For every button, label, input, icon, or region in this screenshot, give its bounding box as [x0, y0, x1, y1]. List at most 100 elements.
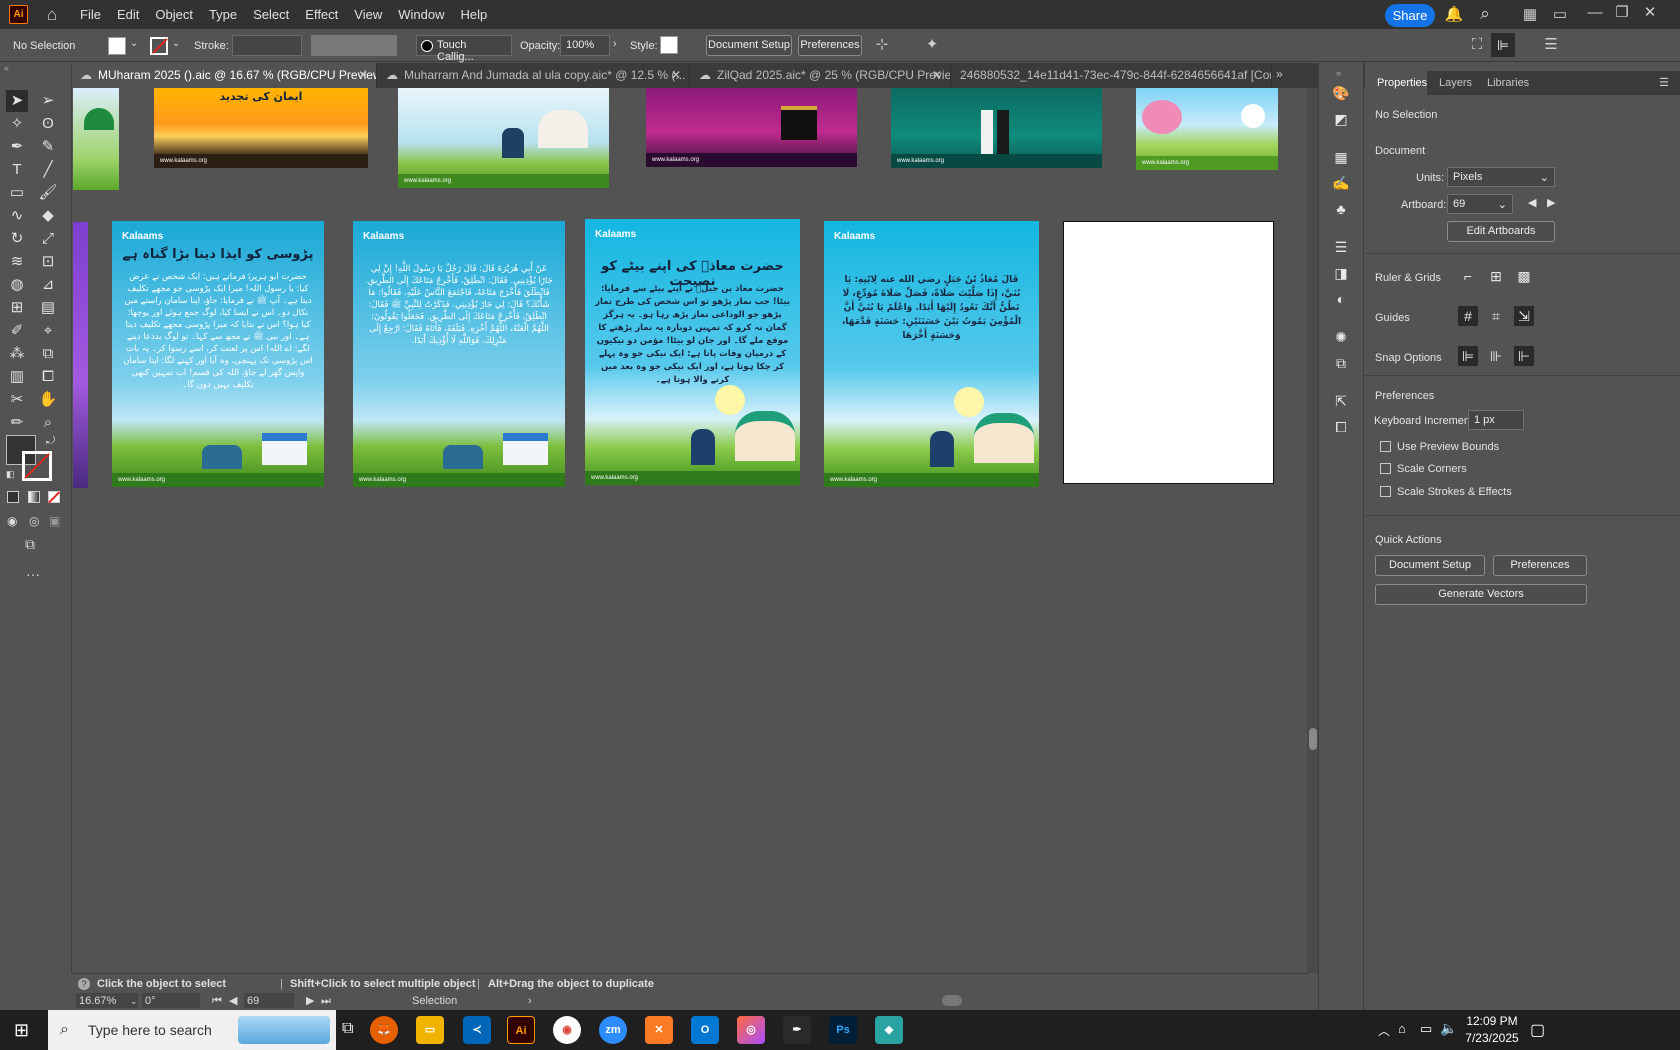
prev-artboard-icon[interactable]: ◀ [1528, 196, 1536, 209]
collapse-icon[interactable]: « [4, 63, 9, 73]
canvas[interactable]: ایمان کی تجدید www.kalaams.org www.kalaa… [73, 88, 1307, 973]
mesh-tool-icon[interactable]: ⊞ [6, 297, 28, 319]
clock-time[interactable]: 12:09 PM [1466, 1014, 1518, 1028]
preferences-button[interactable]: Preferences [798, 35, 862, 56]
keyboard-increment-input[interactable]: 1 px [1468, 410, 1524, 430]
menu-edit[interactable]: Edit [109, 0, 147, 29]
slice-tool-icon[interactable]: ✂ [6, 389, 28, 411]
prev-artboard-icon[interactable]: ◀ [229, 993, 237, 1010]
illustrator-icon[interactable]: Ai [507, 1016, 535, 1044]
menu-view[interactable]: View [346, 0, 390, 29]
collapse-icon[interactable]: » [1336, 68, 1341, 78]
artboard-select[interactable]: 69 ⌄ [1447, 194, 1513, 214]
close-icon[interactable]: ✕ [1640, 3, 1660, 23]
outlook-icon[interactable]: O [691, 1016, 719, 1044]
symbol-sprayer-tool-icon[interactable]: ⁂ [6, 343, 28, 365]
lock-guides-icon[interactable]: ⌗ [1486, 306, 1506, 326]
transparency-panel-icon[interactable]: ◐ [1331, 289, 1351, 309]
opacity-input[interactable]: 100% [560, 35, 610, 56]
menu-object[interactable]: Object [147, 0, 201, 29]
recolor-icon[interactable]: ✦ [922, 35, 942, 55]
menu-help[interactable]: Help [452, 0, 495, 29]
snap-to-point-icon[interactable]: ⊫ [1458, 346, 1478, 366]
artboard-nav-field[interactable]: 69 [244, 993, 294, 1008]
draw-behind-icon[interactable]: ◎ [29, 514, 39, 528]
scale-corners-checkbox[interactable] [1380, 463, 1391, 474]
vscode-icon[interactable]: ≺ [463, 1016, 491, 1044]
scroll-thumb[interactable] [1309, 728, 1317, 750]
artboard-top-0[interactable] [73, 88, 119, 190]
first-artboard-icon[interactable]: ⏮ [212, 993, 222, 1010]
stroke-panel-icon[interactable]: ☰ [1331, 237, 1351, 257]
chevron-down-icon[interactable]: ⌄ [130, 38, 138, 49]
shaper-tool-icon[interactable]: ∿ [6, 205, 28, 227]
gradient-panel-icon[interactable]: ◨ [1331, 263, 1351, 283]
artboard-blank[interactable] [1063, 221, 1274, 484]
tab-layers[interactable]: Layers [1439, 71, 1472, 95]
stroke-weight-input[interactable] [232, 35, 302, 56]
minimize-icon[interactable]: — [1585, 3, 1605, 23]
screen-mode-icon[interactable]: ⧉ [25, 536, 35, 553]
gradient-tool-icon[interactable]: ▤ [37, 297, 59, 319]
more-tabs-icon[interactable]: » [1276, 67, 1283, 81]
edit-artboards-button[interactable]: Edit Artboards [1447, 221, 1555, 242]
taskbar-search[interactable]: ⌕ Type here to search [48, 1010, 336, 1050]
line-tool-icon[interactable]: ╱ [37, 159, 59, 181]
fill-swatch[interactable] [108, 37, 126, 55]
task-view-icon[interactable]: ⧉ [342, 1020, 353, 1038]
arrange-documents-icon[interactable]: ▦ [1520, 5, 1540, 25]
eyedropper-tool-icon[interactable]: ✐ [6, 320, 28, 342]
bell-icon[interactable]: 🔔 [1444, 5, 1464, 25]
libraries-panel-icon[interactable]: ▦ [1331, 147, 1351, 167]
menu-effect[interactable]: Effect [297, 0, 346, 29]
restore-icon[interactable]: ❐ [1612, 3, 1632, 23]
variable-width-profile[interactable] [311, 35, 397, 56]
type-tool-icon[interactable]: T [6, 159, 28, 181]
creative-cloud-icon[interactable]: ◎ [737, 1016, 765, 1044]
ruler-icon[interactable]: ⌐ [1458, 266, 1478, 286]
paintbrush-tool-icon[interactable]: 🖌 [37, 182, 59, 204]
battery-icon[interactable]: ▭ [1420, 1021, 1432, 1037]
eraser-tool-icon[interactable]: ◆ [37, 205, 59, 227]
artboards-panel-icon[interactable]: ⧠ [1331, 417, 1351, 437]
color-panel-icon[interactable]: 🎨 [1331, 83, 1351, 103]
artboard-neighbor-urdu[interactable]: Kalaams پڑوسی کو ایذا دینا بڑا گناہ ہے ح… [112, 221, 324, 487]
panel-menu-icon[interactable]: ☰ [1659, 71, 1669, 95]
photoshop-icon[interactable]: Ps [829, 1016, 857, 1044]
graphic-style-swatch[interactable] [660, 36, 678, 54]
horizontal-scroll-thumb[interactable] [942, 995, 962, 1006]
artboard-top-3[interactable]: www.kalaams.org [646, 88, 857, 167]
chevron-right-icon[interactable]: › [528, 993, 532, 1010]
scale-strokes-checkbox[interactable] [1380, 486, 1391, 497]
brush-definition[interactable]: Touch Callig... [416, 35, 512, 63]
menu-icon[interactable]: ☰ [1541, 35, 1561, 55]
selection-tool-icon[interactable]: ➤ [6, 90, 28, 112]
lasso-tool-icon[interactable]: ʘ [37, 113, 59, 135]
windows-start-icon[interactable]: ⊞ [14, 1021, 29, 1039]
none-mode-icon[interactable] [47, 491, 61, 504]
document-setup-button[interactable]: Document Setup [706, 35, 792, 56]
swatches-panel-icon[interactable]: ◩ [1331, 109, 1351, 129]
graphic-styles-panel-icon[interactable]: ⧉ [1331, 353, 1351, 373]
last-artboard-icon[interactable]: ⏭ [321, 993, 331, 1010]
menu-window[interactable]: Window [390, 0, 452, 29]
free-transform-tool-icon[interactable]: ⊡ [37, 251, 59, 273]
magic-wand-tool-icon[interactable]: ✧ [6, 113, 28, 135]
tab-document-4[interactable]: 246880532_14e11d41-73ec-479c-844f-628465… [952, 63, 1272, 88]
more-tools-icon[interactable]: ··· [26, 566, 40, 582]
close-icon[interactable]: ✕ [932, 63, 942, 88]
xampp-icon[interactable]: ✕ [645, 1016, 673, 1044]
artboard-top-2[interactable]: www.kalaams.org [398, 88, 609, 188]
preferences-button[interactable]: Preferences [1493, 555, 1587, 576]
arrange-icon[interactable]: ⛶ [1467, 35, 1487, 55]
zoom-tool-icon[interactable]: ⌕ [37, 412, 59, 434]
rotate-tool-icon[interactable]: ↻ [6, 228, 28, 250]
tab-document-3[interactable]: ☁ ZilQad 2025.aic* @ 25 % (RGB/CPU Previ… [691, 63, 951, 88]
snap-to-pixel-icon[interactable]: ⊪ [1486, 346, 1506, 366]
chevron-right-icon[interactable]: › [613, 38, 617, 50]
pen-tool-icon[interactable]: ✒ [6, 136, 28, 158]
appearance-panel-icon[interactable]: ✺ [1331, 327, 1351, 347]
shape-builder-tool-icon[interactable]: ◍ [6, 274, 28, 296]
measure-tool-icon[interactable]: ⌖ [37, 320, 59, 342]
artboard-row2-0[interactable] [73, 222, 88, 488]
